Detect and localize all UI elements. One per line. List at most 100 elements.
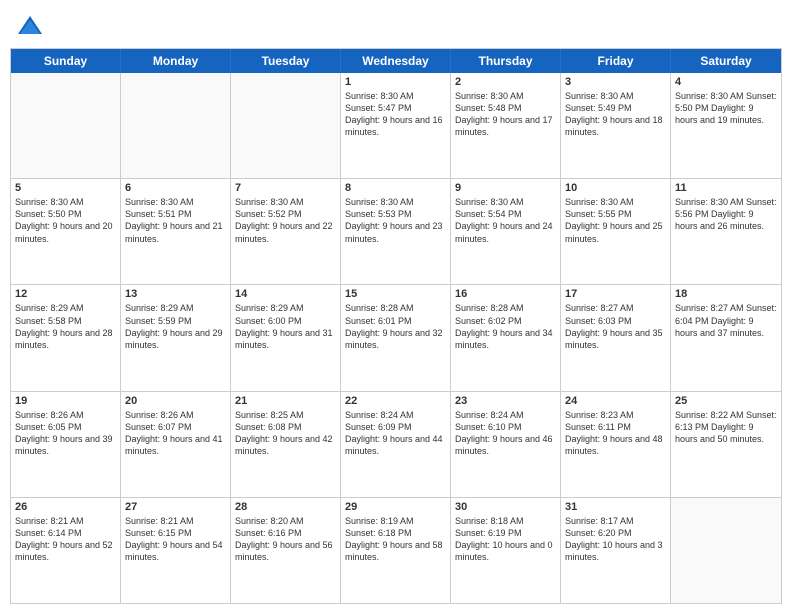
day-number: 7 [235, 182, 336, 194]
week-row: 19 Sunrise: 8:26 AM Sunset: 6:05 PM Dayli… [11, 392, 781, 498]
day-cell: 10Sunrise: 8:30 AM Sunset: 5:55 PM Dayli… [561, 179, 671, 284]
day-number: 25 [675, 395, 777, 407]
day-header: Sunday [11, 49, 121, 73]
day-info: Sunrise: 8:27 AM Sunset: 6:03 PM Dayligh… [565, 302, 666, 351]
day-number: 18 [675, 288, 777, 300]
calendar-body: 1 Sunrise: 8:30 AM Sunset: 5:47 PM Daylig… [11, 73, 781, 603]
day-number: 16 [455, 288, 556, 300]
day-cell: 15 Sunrise: 8:28 AM Sunset: 6:01 PM Dayli… [341, 285, 451, 390]
day-number: 1 [345, 76, 446, 88]
day-cell: 28 Sunrise: 8:20 AM Sunset: 6:16 PM Dayli… [231, 498, 341, 603]
day-header: Tuesday [231, 49, 341, 73]
week-row: 5 Sunrise: 8:30 AM Sunset: 5:50 PM Daylig… [11, 179, 781, 285]
day-cell: 12 Sunrise: 8:29 AM Sunset: 5:58 PM Dayli… [11, 285, 121, 390]
day-number: 13 [125, 288, 226, 300]
week-row: 26Sunrise: 8:21 AM Sunset: 6:14 PM Dayli… [11, 498, 781, 603]
header [0, 0, 792, 48]
week-row: 12 Sunrise: 8:29 AM Sunset: 5:58 PM Dayli… [11, 285, 781, 391]
day-header: Friday [561, 49, 671, 73]
day-info: Sunrise: 8:21 AM Sunset: 6:14 PM Dayligh… [15, 515, 116, 564]
day-info: Sunrise: 8:27 AM Sunset: 6:04 PM Dayligh… [675, 302, 777, 338]
day-cell: 16 Sunrise: 8:28 AM Sunset: 6:02 PM Dayli… [451, 285, 561, 390]
day-cell: 26Sunrise: 8:21 AM Sunset: 6:14 PM Dayli… [11, 498, 121, 603]
day-number: 29 [345, 501, 446, 513]
day-number: 20 [125, 395, 226, 407]
day-cell: 13 Sunrise: 8:29 AM Sunset: 5:59 PM Dayli… [121, 285, 231, 390]
calendar: SundayMondayTuesdayWednesdayThursdayFrid… [10, 48, 782, 604]
day-cell: 5 Sunrise: 8:30 AM Sunset: 5:50 PM Daylig… [11, 179, 121, 284]
day-cell: 19 Sunrise: 8:26 AM Sunset: 6:05 PM Dayli… [11, 392, 121, 497]
day-info: Sunrise: 8:28 AM Sunset: 6:02 PM Dayligh… [455, 302, 556, 351]
day-info: Sunrise: 8:26 AM Sunset: 6:05 PM Dayligh… [15, 409, 116, 458]
day-info: Sunrise: 8:23 AM Sunset: 6:11 PM Dayligh… [565, 409, 666, 458]
day-number: 21 [235, 395, 336, 407]
day-number: 5 [15, 182, 116, 194]
day-number: 27 [125, 501, 226, 513]
day-number: 23 [455, 395, 556, 407]
day-headers: SundayMondayTuesdayWednesdayThursdayFrid… [11, 49, 781, 73]
day-cell: 24Sunrise: 8:23 AM Sunset: 6:11 PM Dayli… [561, 392, 671, 497]
day-info: Sunrise: 8:21 AM Sunset: 6:15 PM Dayligh… [125, 515, 226, 564]
day-number: 2 [455, 76, 556, 88]
day-info: Sunrise: 8:29 AM Sunset: 6:00 PM Dayligh… [235, 302, 336, 351]
day-cell: 30Sunrise: 8:18 AM Sunset: 6:19 PM Dayli… [451, 498, 561, 603]
day-cell: 2 Sunrise: 8:30 AM Sunset: 5:48 PM Daylig… [451, 73, 561, 178]
day-cell: 11 Sunrise: 8:30 AM Sunset: 5:56 PM Dayli… [671, 179, 781, 284]
day-cell: 29 Sunrise: 8:19 AM Sunset: 6:18 PM Dayli… [341, 498, 451, 603]
day-number: 11 [675, 182, 777, 194]
day-number: 22 [345, 395, 446, 407]
day-number: 8 [345, 182, 446, 194]
day-info: Sunrise: 8:30 AM Sunset: 5:50 PM Dayligh… [675, 90, 777, 126]
day-number: 14 [235, 288, 336, 300]
day-number: 9 [455, 182, 556, 194]
day-info: Sunrise: 8:30 AM Sunset: 5:54 PM Dayligh… [455, 196, 556, 245]
day-info: Sunrise: 8:30 AM Sunset: 5:56 PM Dayligh… [675, 196, 777, 232]
day-info: Sunrise: 8:30 AM Sunset: 5:50 PM Dayligh… [15, 196, 116, 245]
day-info: Sunrise: 8:24 AM Sunset: 6:10 PM Dayligh… [455, 409, 556, 458]
day-info: Sunrise: 8:25 AM Sunset: 6:08 PM Dayligh… [235, 409, 336, 458]
day-cell: 1 Sunrise: 8:30 AM Sunset: 5:47 PM Daylig… [341, 73, 451, 178]
page: SundayMondayTuesdayWednesdayThursdayFrid… [0, 0, 792, 612]
day-cell: 21 Sunrise: 8:25 AM Sunset: 6:08 PM Dayli… [231, 392, 341, 497]
logo [16, 12, 48, 40]
day-info: Sunrise: 8:29 AM Sunset: 5:58 PM Dayligh… [15, 302, 116, 351]
day-info: Sunrise: 8:26 AM Sunset: 6:07 PM Dayligh… [125, 409, 226, 458]
day-header: Saturday [671, 49, 781, 73]
day-info: Sunrise: 8:30 AM Sunset: 5:48 PM Dayligh… [455, 90, 556, 139]
day-info: Sunrise: 8:30 AM Sunset: 5:47 PM Dayligh… [345, 90, 446, 139]
day-cell: 14 Sunrise: 8:29 AM Sunset: 6:00 PM Dayli… [231, 285, 341, 390]
day-cell: 27 Sunrise: 8:21 AM Sunset: 6:15 PM Dayli… [121, 498, 231, 603]
day-cell [231, 73, 341, 178]
day-cell: 20 Sunrise: 8:26 AM Sunset: 6:07 PM Dayli… [121, 392, 231, 497]
day-info: Sunrise: 8:18 AM Sunset: 6:19 PM Dayligh… [455, 515, 556, 564]
day-info: Sunrise: 8:30 AM Sunset: 5:55 PM Dayligh… [565, 196, 666, 245]
week-row: 1 Sunrise: 8:30 AM Sunset: 5:47 PM Daylig… [11, 73, 781, 179]
day-info: Sunrise: 8:24 AM Sunset: 6:09 PM Dayligh… [345, 409, 446, 458]
day-cell: 6 Sunrise: 8:30 AM Sunset: 5:51 PM Daylig… [121, 179, 231, 284]
day-info: Sunrise: 8:29 AM Sunset: 5:59 PM Dayligh… [125, 302, 226, 351]
day-number: 4 [675, 76, 777, 88]
day-cell: 18 Sunrise: 8:27 AM Sunset: 6:04 PM Dayli… [671, 285, 781, 390]
day-number: 6 [125, 182, 226, 194]
day-number: 12 [15, 288, 116, 300]
day-number: 28 [235, 501, 336, 513]
day-number: 31 [565, 501, 666, 513]
day-cell: 23 Sunrise: 8:24 AM Sunset: 6:10 PM Dayli… [451, 392, 561, 497]
day-cell [11, 73, 121, 178]
day-cell [671, 498, 781, 603]
day-info: Sunrise: 8:19 AM Sunset: 6:18 PM Dayligh… [345, 515, 446, 564]
day-number: 15 [345, 288, 446, 300]
day-info: Sunrise: 8:22 AM Sunset: 6:13 PM Dayligh… [675, 409, 777, 445]
day-cell: 31 Sunrise: 8:17 AM Sunset: 6:20 PM Dayli… [561, 498, 671, 603]
day-number: 19 [15, 395, 116, 407]
day-info: Sunrise: 8:20 AM Sunset: 6:16 PM Dayligh… [235, 515, 336, 564]
day-info: Sunrise: 8:30 AM Sunset: 5:51 PM Dayligh… [125, 196, 226, 245]
day-header: Thursday [451, 49, 561, 73]
day-info: Sunrise: 8:28 AM Sunset: 6:01 PM Dayligh… [345, 302, 446, 351]
day-info: Sunrise: 8:17 AM Sunset: 6:20 PM Dayligh… [565, 515, 666, 564]
day-header: Monday [121, 49, 231, 73]
day-cell: 17Sunrise: 8:27 AM Sunset: 6:03 PM Dayli… [561, 285, 671, 390]
day-cell: 9 Sunrise: 8:30 AM Sunset: 5:54 PM Daylig… [451, 179, 561, 284]
day-cell: 7Sunrise: 8:30 AM Sunset: 5:52 PM Daylig… [231, 179, 341, 284]
day-cell: 3Sunrise: 8:30 AM Sunset: 5:49 PM Daylig… [561, 73, 671, 178]
